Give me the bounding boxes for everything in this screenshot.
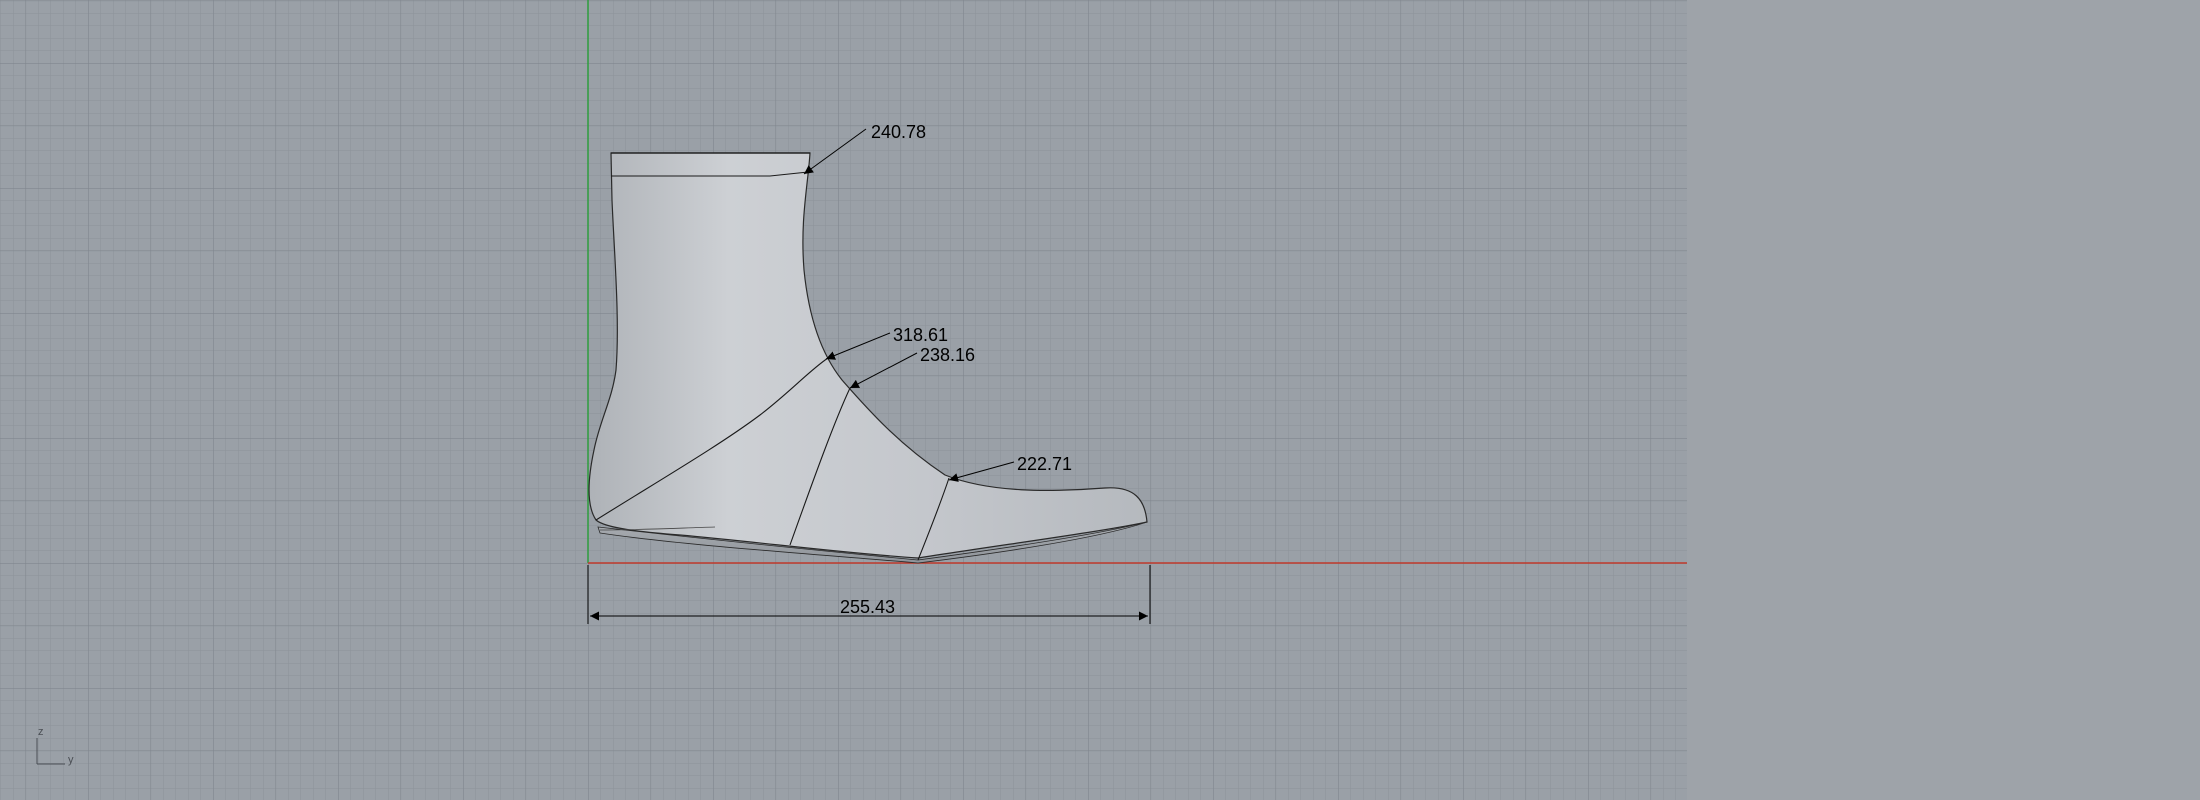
rhino-modeling-window: 240.78 318.61 238.16 222.71 255.43 z y [0, 0, 2200, 800]
dimension-label-ankle-girth: 238.16 [920, 345, 975, 365]
viewport-scene[interactable]: 240.78 318.61 238.16 222.71 255.43 z y [0, 0, 1687, 800]
axis-icon-y-label: y [68, 754, 74, 766]
dimension-label-ball-girth: 222.71 [1017, 454, 1072, 474]
dimension-label-instep: 318.61 [893, 325, 948, 345]
dimension-label-length: 255.43 [840, 597, 895, 617]
empty-side-panel [1687, 0, 2200, 800]
dimension-label-top-opening: 240.78 [871, 122, 926, 142]
right-viewport[interactable]: 240.78 318.61 238.16 222.71 255.43 z y [0, 0, 1687, 800]
axis-icon-z-label: z [38, 726, 44, 738]
